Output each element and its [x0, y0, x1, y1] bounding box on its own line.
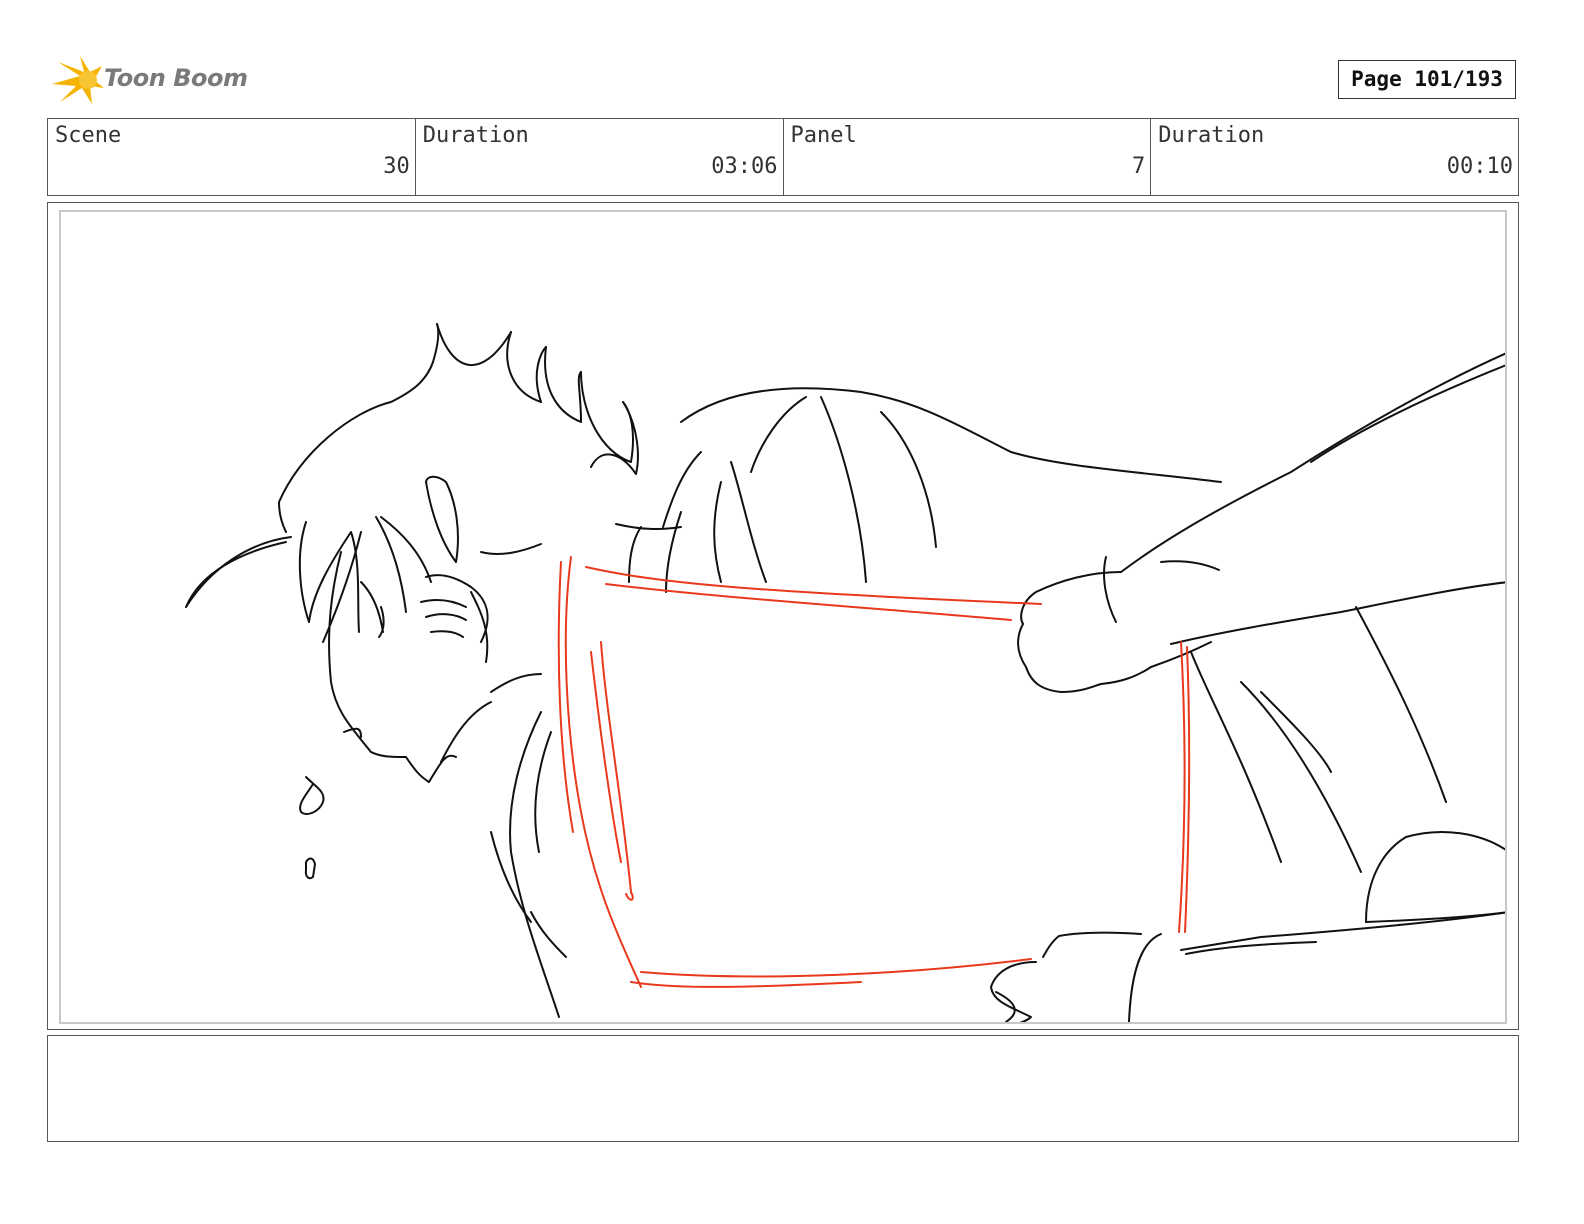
toon-boom-logo: Toon Boom: [50, 54, 250, 108]
panel-cell: Panel 7: [784, 119, 1152, 195]
panel-duration-label: Duration: [1158, 123, 1265, 148]
panel-image-area: [59, 210, 1507, 1024]
red-guide-lines: [557, 556, 1191, 988]
panel-info-table: Scene 30 Duration 03:06 Panel 7 Duration…: [47, 118, 1519, 196]
scene-duration-label: Duration: [422, 123, 529, 148]
panel-value: 7: [1132, 154, 1146, 179]
scene-duration-value: 03:06: [711, 154, 778, 179]
scene-duration-cell: Duration 03:06: [416, 119, 784, 195]
panel-label: Panel: [790, 123, 857, 148]
sketch-drawing: [185, 323, 1505, 1022]
character-sketch: [185, 323, 1505, 1022]
storyboard-panel: [47, 202, 1519, 1030]
panel-duration-value: 00:10: [1446, 154, 1513, 179]
flame-icon: [52, 56, 104, 104]
panel-notes-box: [47, 1035, 1519, 1142]
scene-cell: Scene 30: [48, 119, 416, 195]
scene-value: 30: [383, 154, 410, 179]
page-number: Page 101/193: [1338, 60, 1516, 99]
panel-duration-cell: Duration 00:10: [1151, 119, 1518, 195]
logo-text: Toon Boom: [104, 64, 248, 92]
scene-label: Scene: [55, 123, 122, 148]
